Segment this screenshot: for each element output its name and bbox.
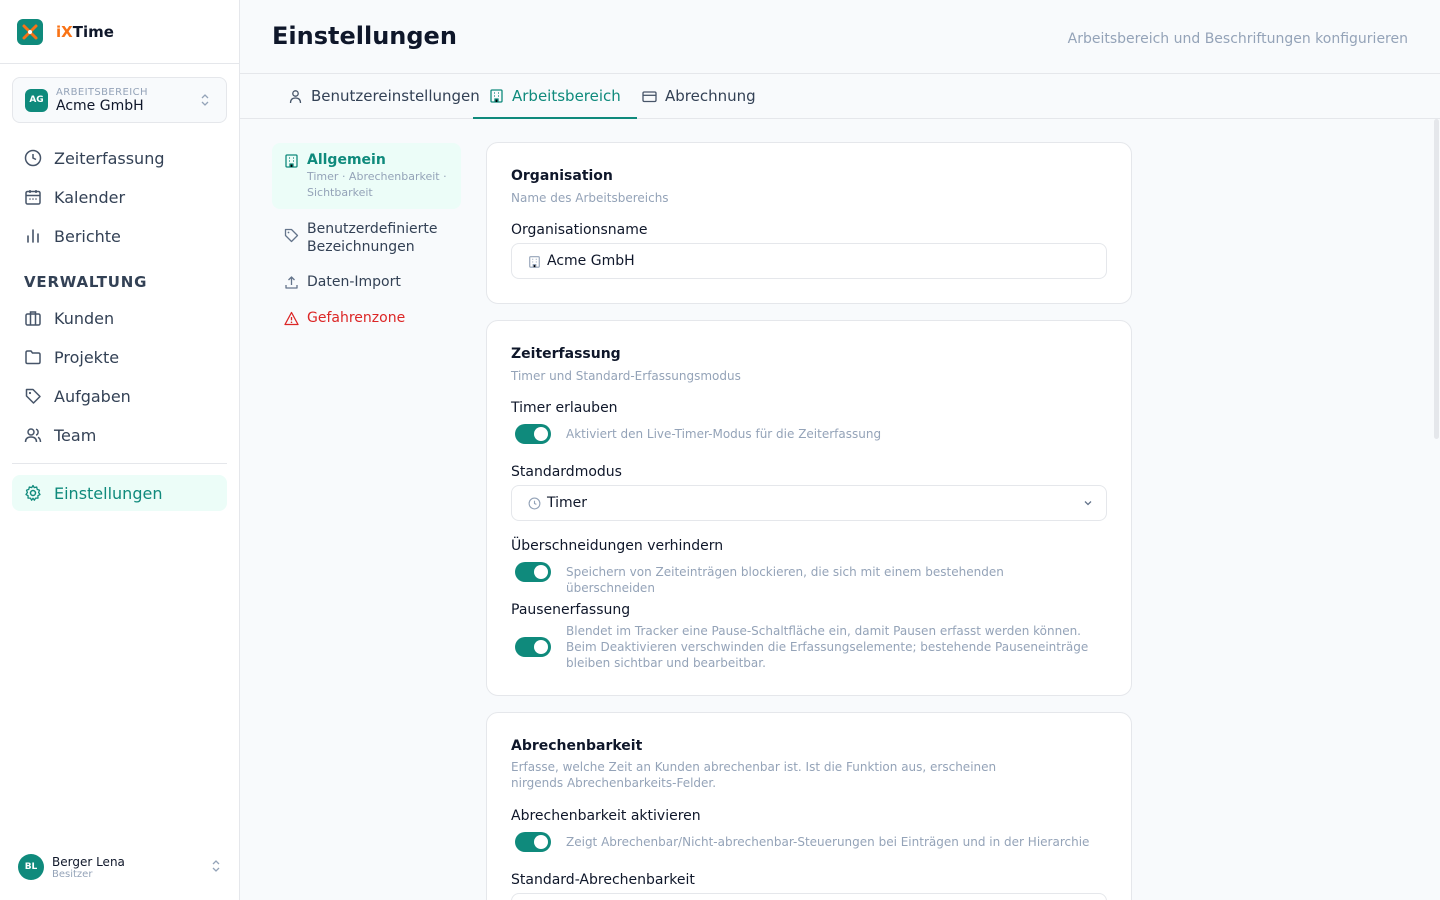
nav-item-kalender[interactable]: Kalender bbox=[12, 179, 227, 215]
brand[interactable]: iXTime bbox=[0, 0, 239, 64]
page-subtitle: Arbeitsbereich und Beschriftungen konfig… bbox=[1067, 31, 1408, 47]
logo-icon bbox=[17, 18, 43, 45]
tab-arbeitsbereich[interactable]: Arbeitsbereich bbox=[473, 74, 637, 119]
pause-toggle[interactable] bbox=[515, 637, 551, 657]
subnav-item-gefahrenzone[interactable]: Gefahrenzone bbox=[272, 301, 461, 335]
sidebar: iXTime AG ARBEITSBEREICH Acme GmbH Zeite… bbox=[0, 0, 240, 900]
field-label-pausenerfassung: Pausenerfassung bbox=[511, 602, 631, 618]
section-label-verwaltung: VERWALTUNG bbox=[24, 273, 148, 291]
field-label-timer: Timer erlauben bbox=[511, 400, 618, 416]
timer-toggle[interactable] bbox=[515, 424, 551, 444]
input-value: Acme GmbH bbox=[547, 253, 635, 269]
standardmodus-select[interactable]: Timer bbox=[511, 485, 1107, 521]
subnav-item-allgemein[interactable]: Allgemein Timer · Abrechenbarkeit · Sich… bbox=[272, 143, 461, 209]
tab-benutzereinstellungen[interactable]: Benutzereinstellungen bbox=[272, 74, 496, 118]
card-organisation: Organisation Name des Arbeitsbereichs Or… bbox=[486, 142, 1132, 304]
nav-label: Aufgaben bbox=[54, 386, 131, 406]
nav-label: Berichte bbox=[54, 226, 121, 246]
overlap-toggle[interactable] bbox=[515, 562, 551, 582]
billable-toggle[interactable] bbox=[515, 832, 551, 852]
subnav-title: Gefahrenzone bbox=[307, 310, 406, 326]
building-icon bbox=[529, 255, 540, 268]
card-desc: Timer und Standard-Erfassungsmodus bbox=[511, 369, 741, 383]
field-label-standard-abrechenbarkeit: Standard-Abrechenbarkeit bbox=[511, 872, 695, 888]
scrollbar[interactable] bbox=[1434, 119, 1439, 439]
standard-abrechenbarkeit-select[interactable] bbox=[511, 893, 1107, 900]
card-title: Zeiterfassung bbox=[511, 346, 621, 362]
toggle-desc: Zeigt Abrechenbar/Nicht-abrechenbar-Steu… bbox=[566, 835, 1090, 849]
nav-label: Kalender bbox=[54, 187, 126, 207]
workspace-label: ARBEITSBEREICH bbox=[56, 86, 148, 98]
nav-item-kunden[interactable]: Kunden bbox=[12, 300, 227, 336]
brand-name: iXTime bbox=[56, 22, 114, 41]
briefcase-icon bbox=[25, 311, 41, 326]
page-header: Einstellungen Arbeitsbereich und Beschri… bbox=[240, 0, 1440, 74]
clock-icon bbox=[528, 497, 541, 509]
users-icon bbox=[24, 428, 42, 443]
user-menu[interactable]: BL Berger Lena Besitzer bbox=[18, 852, 223, 882]
subnav-title: Benutzerdefinierte Bezeichnungen bbox=[307, 221, 438, 255]
workspace-switcher[interactable]: AG ARBEITSBEREICH Acme GmbH bbox=[12, 77, 227, 123]
upload-icon bbox=[285, 276, 298, 289]
user-icon bbox=[289, 89, 302, 103]
nav-label: Projekte bbox=[54, 347, 120, 367]
folder-icon bbox=[25, 350, 41, 365]
tag-icon bbox=[25, 388, 41, 404]
building-icon bbox=[490, 89, 503, 103]
credit-card-icon bbox=[642, 90, 657, 102]
subnav-title: Daten-Import bbox=[307, 274, 401, 290]
subnav-item-bezeichnungen[interactable]: Benutzerdefinierte Bezeichnungen bbox=[272, 212, 461, 264]
field-label-abrechenbarkeit-aktivieren: Abrechenbarkeit aktivieren bbox=[511, 808, 701, 824]
settings-tabs: Benutzereinstellungen Arbeitsbereich Abr… bbox=[240, 74, 1440, 119]
nav-item-projekte[interactable]: Projekte bbox=[12, 339, 227, 375]
nav-item-team[interactable]: Team bbox=[12, 417, 227, 453]
user-name: Berger Lena bbox=[52, 854, 125, 869]
nav-label: Einstellungen bbox=[54, 483, 163, 503]
field-label-standardmodus: Standardmodus bbox=[511, 464, 622, 480]
building-icon bbox=[285, 154, 298, 168]
workspace-name: Acme GmbH bbox=[56, 97, 144, 114]
chevron-up-down-icon bbox=[212, 860, 220, 872]
chevron-down-icon bbox=[1084, 501, 1092, 506]
card-title: Organisation bbox=[511, 168, 613, 184]
clock-icon bbox=[24, 149, 42, 167]
tab-label: Arbeitsbereich bbox=[512, 86, 621, 105]
nav-item-einstellungen[interactable]: Einstellungen bbox=[12, 475, 227, 511]
nav-label: Zeiterfassung bbox=[54, 148, 165, 168]
field-label-ueberschneidungen: Überschneidungen verhindern bbox=[511, 538, 724, 554]
tab-label: Abrechnung bbox=[665, 87, 756, 105]
card-title: Abrechenbarkeit bbox=[511, 738, 643, 754]
subnav-desc: Timer · Abrechenbarkeit · Sichtbarkeit bbox=[307, 170, 447, 199]
card-abrechenbarkeit: Abrechenbarkeit Erfasse, welche Zeit an … bbox=[486, 712, 1132, 900]
toggle-desc: Speichern von Zeiteinträgen blockieren, … bbox=[566, 565, 1004, 595]
avatar: BL bbox=[18, 854, 44, 880]
tab-label: Benutzereinstellungen bbox=[311, 87, 480, 105]
organisation-name-input[interactable]: Acme GmbH bbox=[511, 243, 1107, 279]
nav-label: Kunden bbox=[54, 308, 115, 328]
subnav-title: Allgemein bbox=[307, 152, 386, 168]
nav-label: Team bbox=[54, 425, 97, 445]
chevron-up-down-icon bbox=[201, 94, 209, 106]
user-role: Besitzer bbox=[52, 868, 93, 880]
toggle-desc: Blendet im Tracker eine Pause-Schaltfläc… bbox=[566, 624, 1089, 670]
card-desc: Erfasse, welche Zeit an Kunden abrechenb… bbox=[511, 760, 997, 790]
nav-item-berichte[interactable]: Berichte bbox=[12, 218, 227, 254]
subnav-item-daten-import[interactable]: Daten-Import bbox=[272, 265, 461, 299]
bar-chart-icon bbox=[27, 229, 39, 243]
card-zeiterfassung: Zeiterfassung Timer und Standard-Erfassu… bbox=[486, 320, 1132, 696]
tag-icon bbox=[284, 228, 299, 243]
card-desc: Name des Arbeitsbereichs bbox=[511, 191, 669, 205]
select-value: Timer bbox=[547, 495, 588, 511]
field-label-organisationsname: Organisationsname bbox=[511, 222, 648, 238]
divider bbox=[12, 463, 227, 464]
nav-item-zeiterfassung[interactable]: Zeiterfassung bbox=[12, 140, 227, 176]
warning-icon bbox=[284, 311, 299, 326]
nav-item-aufgaben[interactable]: Aufgaben bbox=[12, 378, 227, 414]
workspace-avatar: AG bbox=[25, 88, 48, 112]
gear-icon bbox=[25, 484, 41, 501]
tab-abrechnung[interactable]: Abrechnung bbox=[626, 74, 772, 118]
calendar-icon bbox=[25, 190, 41, 205]
toggle-desc: Aktiviert den Live-Timer-Modus für die Z… bbox=[566, 427, 882, 441]
page-title: Einstellungen bbox=[272, 22, 457, 50]
